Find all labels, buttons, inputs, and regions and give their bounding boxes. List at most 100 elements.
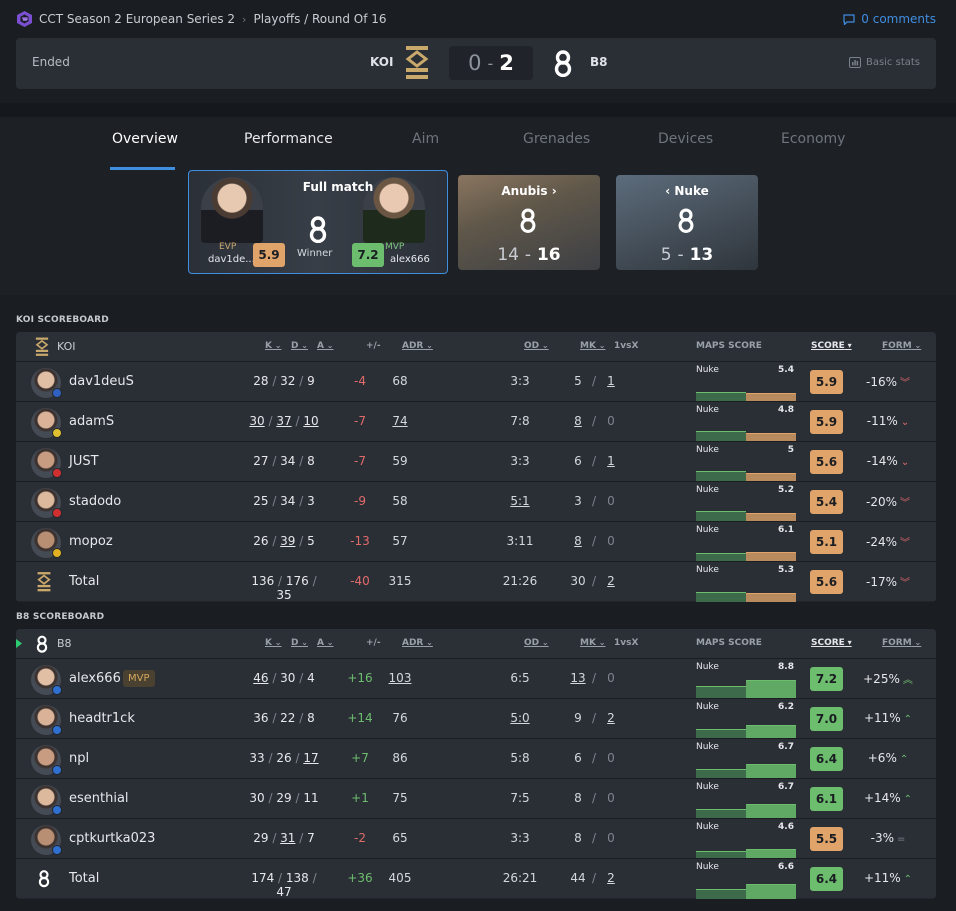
maps-score-cell[interactable]: Nuke 4.6: [696, 819, 796, 859]
form-value: -20%: [865, 495, 897, 509]
tab-economy[interactable]: Economy: [781, 131, 845, 147]
player-name[interactable]: mopoz: [69, 534, 113, 549]
column-header-score[interactable]: SCORE ▾: [811, 638, 852, 648]
table-row[interactable]: esenthial 30 / 29 / 11 +1 75 7:5 8 / 0 Nuke 6.7…: [16, 778, 936, 819]
map-score-value: 5.2: [778, 485, 794, 495]
winner-label: Winner: [297, 248, 333, 259]
column-header-form[interactable]: FORM ⌄: [882, 638, 921, 648]
table-row[interactable]: stadodo 25 / 34 / 3 -9 58 5:1 3 / 0 Nuke 5.2 5.…: [16, 481, 936, 522]
maps-score-cell[interactable]: Nuke 5: [696, 442, 796, 482]
koi-scoreboard-title: KOI SCOREBOARD: [16, 315, 109, 325]
table-row[interactable]: JUST 27 / 34 / 8 -7 59 3:3 6 / 1 Nuke 5 5.6 -14%…: [16, 441, 936, 482]
column-header-a[interactable]: A ⌄: [317, 638, 333, 648]
deaths: 29: [276, 791, 292, 805]
column-header-od[interactable]: OD ⌄: [524, 638, 549, 648]
column-header-mk[interactable]: MK ⌄: [580, 341, 605, 351]
maps-score-cell[interactable]: Nuke 8.8: [696, 659, 796, 699]
comments-link[interactable]: 0 comments: [843, 9, 936, 29]
column-header-d[interactable]: D ⌄: [291, 638, 308, 648]
assists: 5: [307, 534, 315, 548]
team2-score: 2: [499, 51, 514, 75]
column-header-form[interactable]: FORM ⌄: [882, 341, 921, 351]
column-header-mk[interactable]: MK ⌄: [580, 638, 605, 648]
maps-score-cell[interactable]: Nuke 5.3: [696, 562, 796, 602]
map-card-nuke[interactable]: ‹ Nuke 5 - 13: [616, 175, 758, 270]
divider: /: [592, 671, 597, 685]
player-name[interactable]: dav1deuS: [69, 374, 134, 389]
player-name[interactable]: adamS: [69, 414, 114, 429]
table-row[interactable]: dav1deuS 28 / 32 / 9 -4 68 3:3 5 / 1 Nuke 5.4 5…: [16, 361, 936, 402]
map-card-anubis[interactable]: Anubis › 14 - 16: [458, 175, 600, 270]
form-cell: +11% ⌃: [858, 871, 918, 885]
column-header-k[interactable]: K ⌄: [265, 638, 281, 648]
kills: 30: [249, 414, 265, 428]
column-header-od[interactable]: OD ⌄: [524, 341, 549, 351]
assists: 7: [307, 831, 315, 845]
team1-name[interactable]: KOI: [370, 55, 393, 69]
player-name[interactable]: stadodo: [69, 494, 121, 509]
column-header-clutch[interactable]: 1vsX: [614, 638, 638, 648]
maps-score-cell[interactable]: Nuke 6.2: [696, 699, 796, 739]
player-name[interactable]: esenthial: [69, 791, 129, 806]
maps-score-cell[interactable]: Nuke 6.1: [696, 522, 796, 562]
assists: 3: [307, 494, 315, 508]
kda-cell: 33 / 26 / 17: [249, 751, 319, 765]
breadcrumb-event[interactable]: CCT Season 2 European Series 2: [39, 12, 235, 26]
full-match-card[interactable]: Full match Winner EVP dav1de... 5.9 7.2 …: [188, 170, 448, 274]
multikills: 30: [570, 574, 586, 588]
basic-stats-toggle[interactable]: Basic stats: [848, 57, 920, 68]
table-row[interactable]: alex666 MVP 46 / 30 / 4 +16 103 6:5 13 / 0 Nuke …: [16, 658, 936, 699]
player-name[interactable]: npl: [69, 751, 89, 766]
kills: 174: [251, 871, 275, 885]
table-row[interactable]: headtr1ck 36 / 22 / 8 +14 76 5:0 9 / 2 Nuke 6.2…: [16, 698, 936, 739]
table-total-row[interactable]: Total 136 / 176 / 35 -40 315 21:26 30 / 2 Nuke …: [16, 561, 936, 602]
form-value: -16%: [865, 375, 897, 389]
map-winner-logo-icon: [678, 208, 694, 233]
column-header-score[interactable]: SCORE ▾: [811, 341, 852, 351]
table-row[interactable]: cptkurtka023 29 / 31 / 7 -2 65 3:3 8 / 0 Nuke 4…: [16, 818, 936, 859]
table-row[interactable]: mopoz 26 / 39 / 5 -13 57 3:11 8 / 0 Nuke 6.1 5.…: [16, 521, 936, 562]
maps-score-cell[interactable]: Nuke 5.4: [696, 362, 796, 402]
divider: /: [592, 751, 597, 765]
chevron-down-icon: ⌄: [911, 341, 922, 350]
column-header-d[interactable]: D ⌄: [291, 341, 308, 351]
breadcrumb-stage[interactable]: Playoffs / Round Of 16: [253, 12, 386, 26]
column-header-adr[interactable]: ADR ⌄: [402, 638, 433, 648]
tab-overview[interactable]: Overview: [112, 131, 178, 147]
map-title: ‹ Nuke: [616, 184, 758, 198]
form-value: +11%: [863, 871, 901, 885]
table-row[interactable]: npl 33 / 26 / 17 +7 86 5:8 6 / 0 Nuke 6.7 6.4 +6…: [16, 738, 936, 779]
column-header-label: MAPS SCORE: [696, 638, 762, 648]
player-name[interactable]: headtr1ck: [69, 711, 135, 726]
form-value: -3%: [870, 831, 894, 845]
player-name[interactable]: cptkurtka023: [69, 831, 155, 846]
column-header-clutch[interactable]: 1vsX: [614, 341, 638, 351]
tab-aim[interactable]: Aim: [412, 131, 439, 147]
player-name[interactable]: JUST: [69, 454, 99, 469]
b8-logo-icon[interactable]: [552, 50, 574, 77]
divider: /: [592, 791, 597, 805]
team2-name[interactable]: B8: [590, 55, 608, 69]
column-header-adr[interactable]: ADR ⌄: [402, 341, 433, 351]
maps-score-cell[interactable]: Nuke 6.6: [696, 859, 796, 899]
maps-score-cell[interactable]: Nuke 6.7: [696, 779, 796, 819]
double-chevron-down-icon: ︾: [900, 538, 910, 549]
deaths: 34: [280, 454, 296, 468]
column-header-k[interactable]: K ⌄: [265, 341, 281, 351]
table-total-row[interactable]: Total 174 / 138 / 47 +36 405 26:21 44 / 2 Nuke …: [16, 858, 936, 899]
maps-score-cell[interactable]: Nuke 6.7: [696, 739, 796, 779]
plus-minus: -9: [354, 494, 366, 508]
tab-performance[interactable]: Performance: [244, 131, 333, 147]
tab-devices[interactable]: Devices: [658, 131, 713, 147]
koi-logo-icon[interactable]: [405, 45, 429, 81]
column-header-a[interactable]: A ⌄: [317, 341, 333, 351]
player-name[interactable]: alex666: [69, 671, 121, 686]
maps-score-cell[interactable]: Nuke 5.2: [696, 482, 796, 522]
tab-grenades[interactable]: Grenades: [523, 131, 590, 147]
table-row[interactable]: adamS 30 / 37 / 10 -7 74 7:8 8 / 0 Nuke 4.8 5.9…: [16, 401, 936, 442]
country-flag-icon: [52, 548, 62, 558]
map-score-value: 6.1: [778, 525, 794, 535]
chevron-up-icon: ⌃: [903, 714, 913, 725]
plus-minus: -2: [354, 831, 366, 845]
maps-score-cell[interactable]: Nuke 4.8: [696, 402, 796, 442]
